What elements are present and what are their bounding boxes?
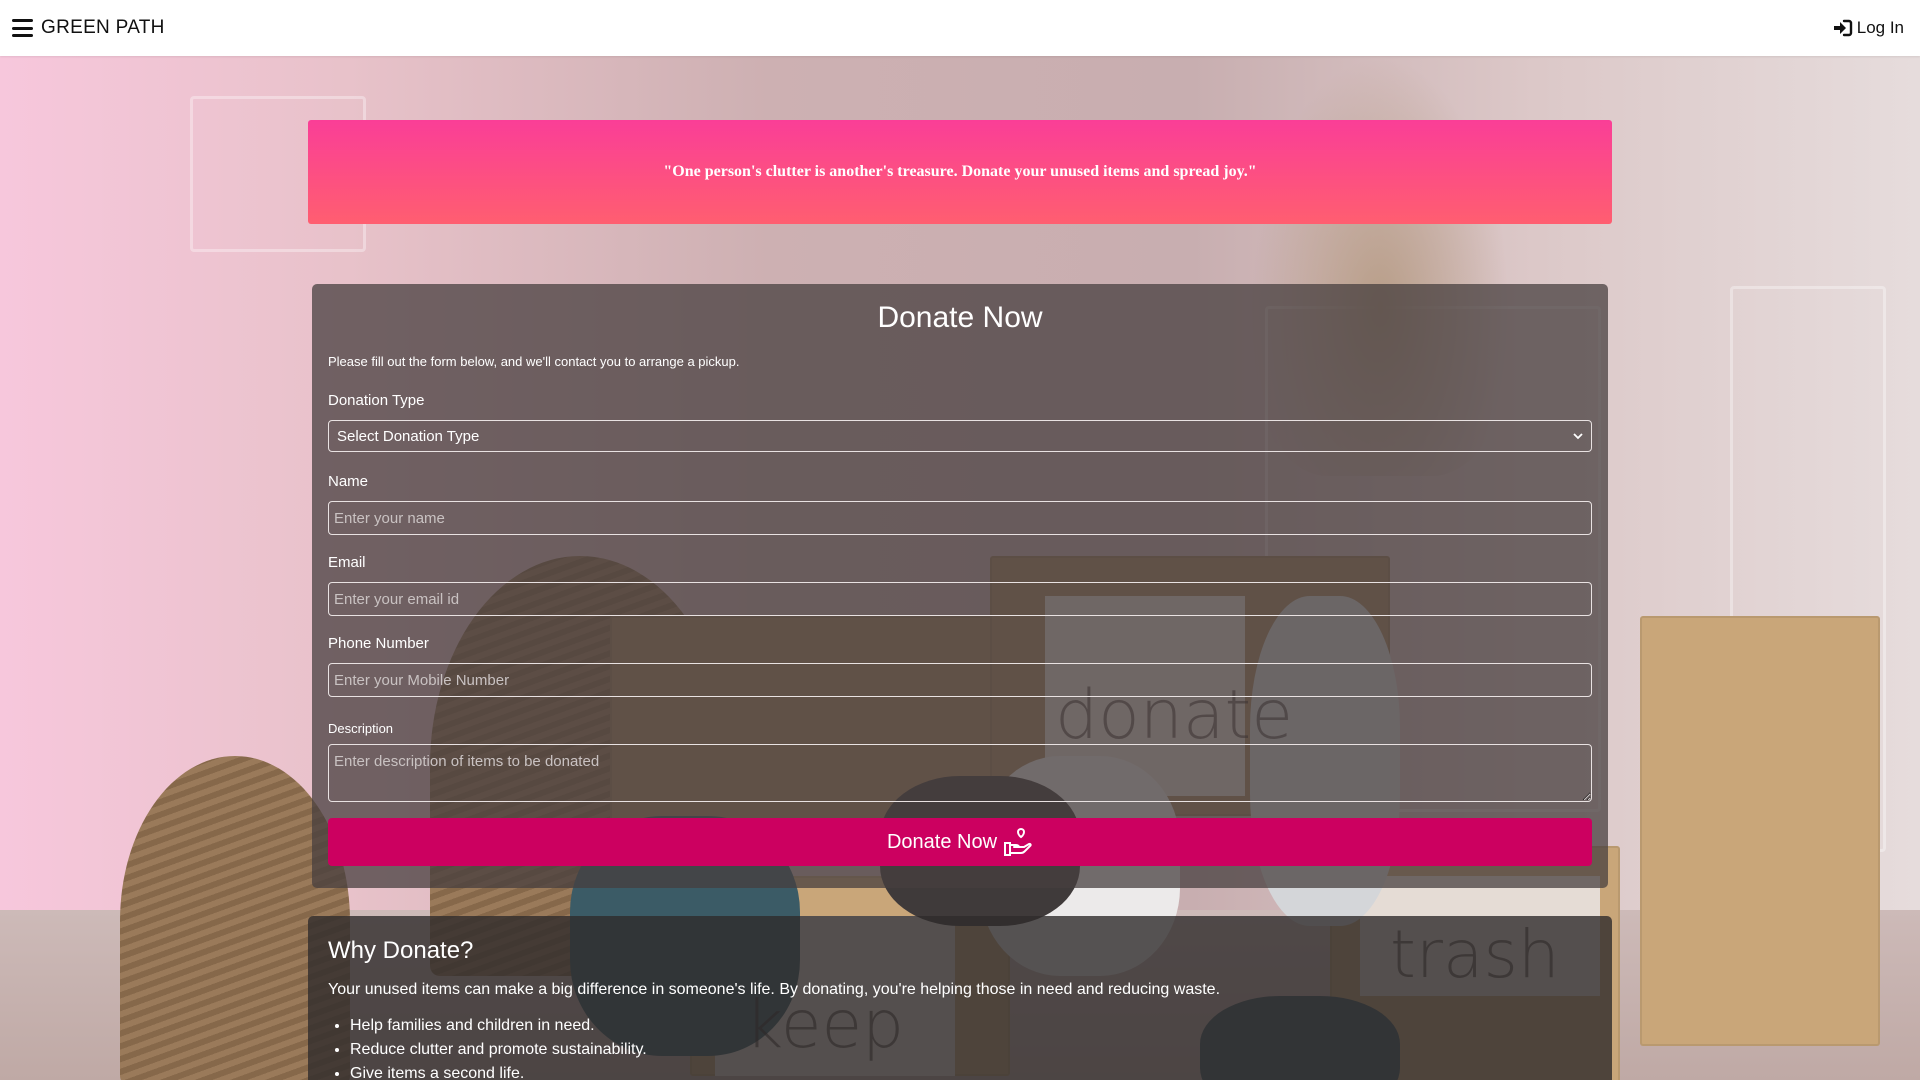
why-donate-title: Why Donate?: [328, 937, 474, 964]
sign-in-icon: [1833, 19, 1852, 37]
form-title: Donate Now: [877, 301, 1043, 334]
list-item: Help families and children in need.: [350, 1014, 1592, 1038]
description-textarea[interactable]: [328, 744, 1592, 802]
why-donate-list: Help families and children in need. Redu…: [328, 1014, 1592, 1080]
chevron-down-icon: [1573, 433, 1583, 440]
why-donate-text: Your unused items can make a big differe…: [328, 981, 1221, 998]
name-label: Name: [328, 473, 369, 490]
donate-now-label: Donate Now: [886, 830, 998, 853]
list-item: Give items a second life.: [350, 1062, 1592, 1080]
form-intro: Please fill out the form below, and we'l…: [328, 354, 740, 369]
phone-label: Phone Number: [328, 635, 429, 652]
brand-name[interactable]: GREEN PATH: [41, 17, 165, 39]
phone-input[interactable]: [328, 663, 1592, 697]
email-label: Email: [328, 554, 366, 571]
top-navbar: GREEN PATH Log In: [0, 0, 1920, 56]
email-input[interactable]: [328, 582, 1592, 616]
quote-banner: "One person's clutter is another's treas…: [308, 120, 1612, 224]
brand-group: GREEN PATH: [12, 17, 165, 39]
quote-text: "One person's clutter is another's treas…: [663, 163, 1257, 180]
donation-type-selected: Select Donation Type: [337, 427, 480, 445]
donation-type-select[interactable]: Select Donation Type: [328, 420, 1592, 452]
donation-type-label: Donation Type: [328, 392, 425, 409]
login-link[interactable]: Log In: [1833, 18, 1908, 38]
list-item: Reduce clutter and promote sustainabilit…: [350, 1038, 1592, 1062]
hamburger-menu-icon[interactable]: [12, 19, 33, 37]
login-label: Log In: [1856, 18, 1904, 37]
name-input[interactable]: [328, 501, 1592, 535]
description-label: Description: [328, 721, 394, 736]
donate-now-button[interactable]: Donate Now: [328, 818, 1592, 866]
why-donate-card: Why Donate? Your unused items can make a…: [308, 916, 1612, 1080]
donate-form-card: Donate Now Please fill out the form belo…: [312, 284, 1608, 888]
hand-holding-heart-icon: [1004, 827, 1032, 856]
